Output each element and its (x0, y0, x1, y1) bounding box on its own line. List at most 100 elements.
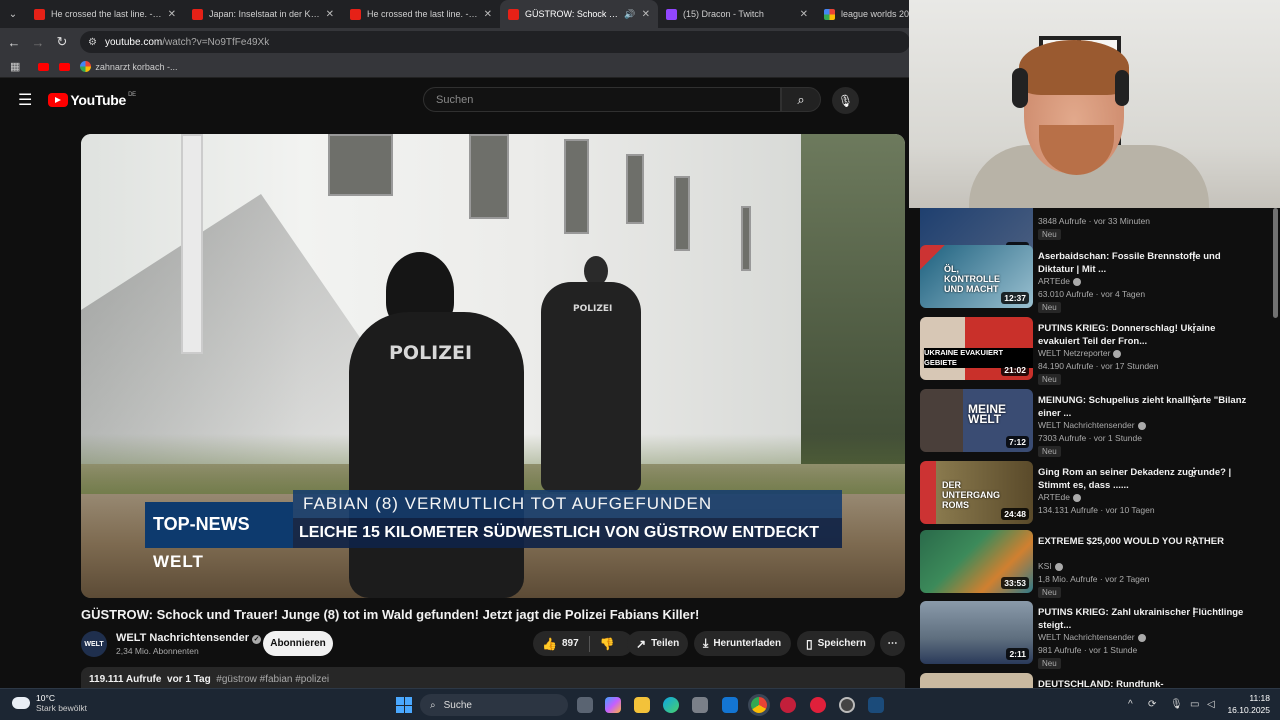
video-meta: 134.131 Aufrufe · vor 10 Tagen (1038, 505, 1155, 515)
tray-mic-icon[interactable]: 🎙 (1170, 699, 1183, 710)
download-button[interactable]: ⤓ Herunterladen (694, 631, 791, 656)
save-button[interactable]: ▯ Speichern (797, 631, 875, 656)
task-view-icon[interactable] (577, 697, 593, 713)
tab-close-icon[interactable]: ✕ (326, 9, 334, 20)
welt-watermark: WELT (153, 552, 204, 571)
channel-avatar[interactable]: WELT (81, 631, 107, 657)
search-input[interactable]: Suchen (423, 87, 781, 112)
more-vertical-icon[interactable]: ⋮ (1188, 465, 1200, 479)
app-circle-icon[interactable] (839, 697, 855, 713)
channel-name-wrap[interactable]: WELT Nachrichtensender (1038, 420, 1146, 430)
video-thumbnail[interactable]: 33:53 (920, 530, 1033, 593)
dislike-thumb-icon[interactable]: 👎 (600, 637, 615, 651)
voice-search-button[interactable]: 🎙 (832, 87, 859, 114)
new-badge: Neu (1038, 374, 1061, 385)
recommendation-item[interactable]: 33:53 EXTREME $25,000 WOULD YOU RATHER K… (920, 530, 1270, 598)
search-button[interactable]: ⌕ (781, 87, 821, 112)
browser-tab[interactable]: He crossed the last line. - YouTube ✕ (26, 0, 184, 28)
copilot-icon[interactable] (605, 697, 621, 713)
video-thumbnail[interactable]: 2:11 (920, 601, 1033, 664)
recommendation-item[interactable]: 2:11 PUTINS KRIEG: Zahl ukrainischer Flü… (920, 601, 1270, 669)
channel-name-wrap[interactable]: ARTEde (1038, 276, 1081, 286)
reload-icon[interactable]: ↻ (50, 34, 74, 50)
file-explorer-icon[interactable] (634, 697, 650, 713)
browser-tab[interactable]: He crossed the last line. - YouTube ✕ (342, 0, 500, 28)
tray-volume-icon[interactable]: ◁ (1207, 699, 1215, 710)
steam-icon[interactable] (868, 697, 884, 713)
bookmark-youtube[interactable] (59, 62, 71, 71)
clock[interactable]: 11:18 16.10.2025 (1227, 692, 1270, 716)
tray-chevron-up-icon[interactable]: ^ (1128, 699, 1133, 710)
video-scene-window (741, 206, 751, 271)
tab-close-icon[interactable]: ✕ (800, 9, 808, 20)
tab-close-icon[interactable]: ✕ (642, 9, 650, 20)
video-thumbnail[interactable] (920, 673, 1033, 688)
bookmark-zahnarzt[interactable]: zahnarzt korbach -... (80, 61, 177, 72)
verified-check-icon (1113, 349, 1122, 358)
recommendation-item[interactable]: MEINE WELT 7:12 MEINUNG: Schupelius zieht… (920, 389, 1270, 457)
sidebar-scrollbar[interactable] (1273, 208, 1278, 318)
tray-display-icon[interactable]: ▭ (1190, 699, 1199, 710)
bookmark-icon: ▯ (806, 636, 813, 651)
headset-icon (1115, 70, 1129, 106)
tab-close-icon[interactable]: ✕ (168, 9, 176, 20)
recommendation-item[interactable]: DEUTSCHLAND: Rundfunk- (920, 673, 1270, 688)
back-arrow-icon[interactable]: ← (2, 35, 26, 50)
recommendation-item[interactable]: DER UNTERGANG ROMS 24:48 Ging Rom an sein… (920, 461, 1270, 527)
more-vertical-icon[interactable]: ⋮ (1188, 534, 1200, 548)
opera-icon[interactable] (810, 697, 826, 713)
video-duration: 21:02 (1001, 364, 1029, 376)
like-count[interactable]: 897 (562, 638, 579, 649)
browser-tab-active[interactable]: GÜSTROW: Schock und Trauer 🔊 ✕ (500, 0, 658, 28)
video-thumbnail[interactable]: ÖL, KONTROLLE UND MACHT 12:37 (920, 245, 1033, 308)
tray-sync-icon[interactable]: ⟳ (1148, 699, 1156, 710)
apps-grid-icon[interactable]: ▦ (10, 60, 20, 73)
url-field[interactable]: ⚙ youtube.com/watch?v=No9TfFe49Xk (80, 31, 910, 53)
like-thumb-icon[interactable]: 👍 (542, 637, 557, 651)
channel-name: ARTEde (1038, 492, 1070, 502)
video-thumbnail[interactable]: UKRAINE EVAKUIERT GEBIETE 21:02 (920, 317, 1033, 380)
video-player[interactable]: POLIZEI POLIZEI TOP-NEWS FABIAN (8) VERM… (81, 134, 905, 598)
youtube-logo[interactable]: YouTube DE (48, 92, 136, 108)
edge-icon[interactable] (663, 697, 679, 713)
new-badge: Neu (1038, 302, 1061, 313)
more-vertical-icon[interactable]: ⋮ (1188, 321, 1200, 335)
bookmark-youtube[interactable] (38, 62, 50, 71)
recommendation-item[interactable]: ÖL, KONTROLLE UND MACHT 12:37 Aserbaidsch… (920, 245, 1270, 313)
taskbar-search[interactable]: ⌕ Suche (420, 694, 568, 716)
more-vertical-icon[interactable]: ⋮ (1188, 605, 1200, 619)
audio-icon[interactable]: 🔊 (624, 9, 635, 20)
url-path: /watch?v=No9TfFe49Xk (162, 36, 270, 48)
more-actions-button[interactable]: ⋯ (880, 631, 905, 656)
channel-name-wrap[interactable]: KSI (1038, 561, 1063, 571)
windows-start-icon[interactable] (396, 697, 412, 713)
forward-arrow-icon[interactable]: → (26, 35, 50, 50)
recommendation-item[interactable]: UKRAINE EVAKUIERT GEBIETE 21:02 PUTINS KR… (920, 317, 1270, 385)
hashtags[interactable]: #güstrow #fabian #polizei (216, 674, 329, 685)
verified-check-icon: ✓ (252, 635, 262, 644)
channel-name-wrap[interactable]: WELT Nachrichtensender ✓ (116, 632, 262, 644)
tab-search-chevron-icon[interactable]: ⌄ (0, 9, 26, 20)
outlook-icon[interactable] (722, 697, 738, 713)
store-icon[interactable] (692, 697, 708, 713)
channel-name-wrap[interactable]: WELT Nachrichtensender (1038, 632, 1146, 642)
menu-hamburger-icon[interactable]: ☰ (18, 90, 32, 110)
tab-close-icon[interactable]: ✕ (484, 9, 492, 20)
chrome-icon[interactable] (751, 697, 767, 713)
browser-tab[interactable]: (15) Dracon - Twitch ✕ (658, 0, 816, 28)
video-scene-trees (801, 134, 905, 464)
more-vertical-icon[interactable]: ⋮ (1188, 249, 1200, 263)
channel-name: KSI (1038, 561, 1052, 571)
video-thumbnail[interactable]: MEINE WELT 7:12 (920, 389, 1033, 452)
share-button[interactable]: ↗ Teilen (627, 631, 688, 656)
channel-name-wrap[interactable]: WELT Netzreporter (1038, 348, 1122, 358)
subscribe-button[interactable]: Abonnieren (263, 631, 333, 656)
more-vertical-icon[interactable]: ⋮ (1188, 393, 1200, 407)
channel-name-wrap[interactable]: ARTEde (1038, 492, 1081, 502)
browser-tab[interactable]: Japan: Inselstaat in der Krise | N ✕ (184, 0, 342, 28)
weather-widget[interactable]: 10°C Stark bewölkt (12, 693, 87, 713)
video-thumbnail[interactable]: DER UNTERGANG ROMS 24:48 (920, 461, 1033, 524)
site-info-icon[interactable]: ⚙ (88, 37, 97, 48)
tab-title: GÜSTROW: Schock und Trauer (525, 9, 620, 19)
app-red-icon[interactable] (780, 697, 796, 713)
